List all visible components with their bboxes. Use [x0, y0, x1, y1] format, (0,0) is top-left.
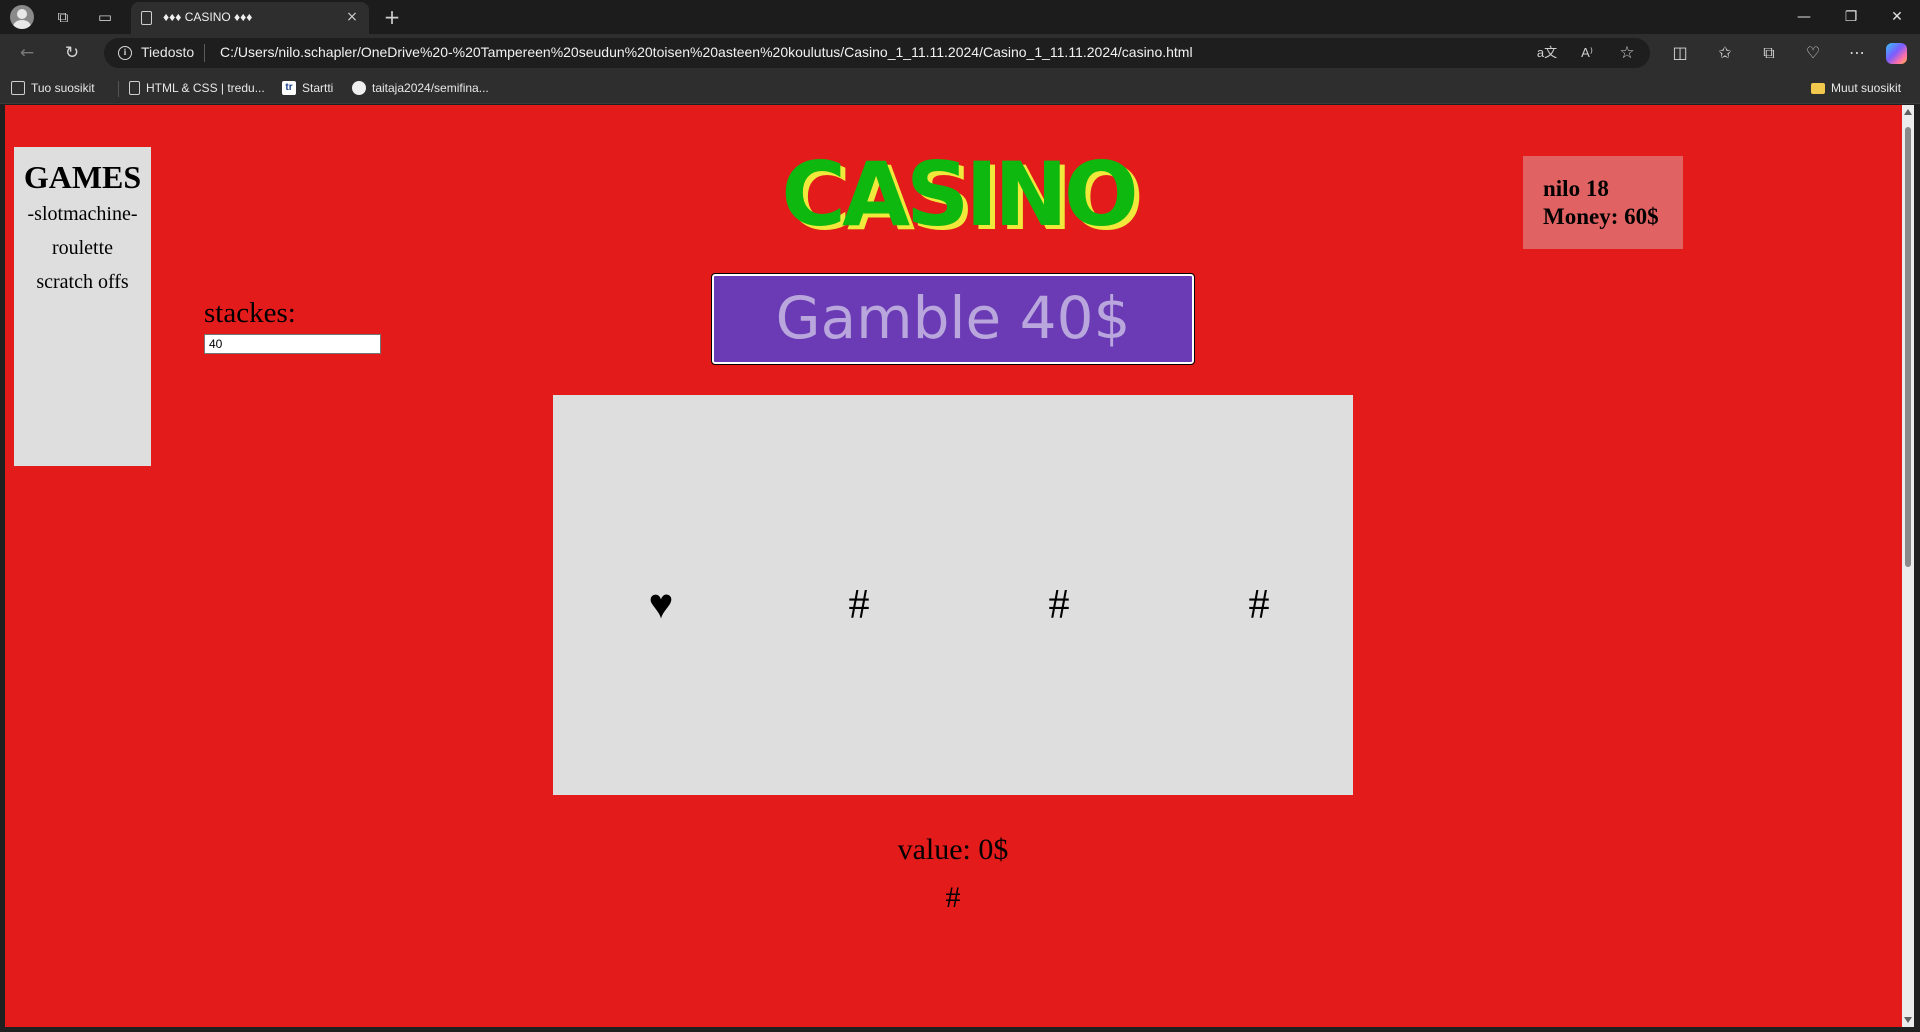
restore-icon[interactable]: ❐ [1828, 0, 1874, 34]
translate-icon[interactable]: a文 [1535, 42, 1559, 64]
url-divider [204, 44, 205, 62]
result-text: # [945, 881, 961, 914]
profile-avatar-icon[interactable] [10, 5, 34, 29]
games-sidebar: GAMES -slotmachine- roulette scratch off… [14, 147, 151, 466]
browser-titlebar: ⧉ ▭ ♦♦♦ CASINO ♦♦♦ × + — ❐ ✕ [0, 0, 1920, 34]
page-icon [141, 11, 152, 25]
page-icon [129, 81, 140, 95]
favorite-star-icon[interactable]: ☆ [1615, 42, 1639, 64]
new-tab-button[interactable]: + [381, 6, 403, 28]
gamble-button[interactable]: Gamble 40$ [711, 273, 1195, 365]
read-aloud-icon[interactable]: A⁾ [1575, 42, 1599, 64]
back-icon[interactable]: ← [14, 40, 40, 66]
reel-1: ♥ [648, 582, 674, 628]
game-link-scratch-offs[interactable]: scratch offs [14, 265, 151, 299]
player-money: Money: 60$ [1543, 204, 1659, 229]
favorites-icon[interactable]: ✩ [1711, 40, 1739, 66]
bookmark-startti[interactable]: tr Startti [282, 78, 333, 98]
copilot-icon[interactable] [1886, 43, 1907, 64]
bookmark-html-css[interactable]: HTML & CSS | tredu... [129, 78, 265, 98]
stakes-input[interactable] [204, 334, 381, 354]
bookmark-label: Tuo suosikit [31, 81, 95, 95]
game-link-slotmachine[interactable]: -slotmachine- [14, 197, 151, 231]
collections-icon[interactable]: ⧉ [1755, 40, 1783, 66]
win-value-text: value: 0$ [897, 833, 1009, 866]
browser-tab-active[interactable]: ♦♦♦ CASINO ♦♦♦ × [131, 2, 369, 34]
player-info-box: nilo 18 Money: 60$ [1523, 156, 1683, 249]
scroll-up-arrow-icon[interactable] [1904, 109, 1912, 115]
reel-2: # [848, 582, 870, 628]
bookmark-label: taitaja2024/semifina... [372, 81, 489, 95]
bookmarks-divider [118, 81, 119, 97]
bookmarks-bar: Tuo suosikit HTML & CSS | tredu... tr St… [0, 72, 1920, 104]
bookmark-import-favorites[interactable]: Tuo suosikit [11, 78, 95, 98]
bookmark-other-favorites[interactable]: Muut suosikit [1811, 78, 1901, 98]
scrollbar-thumb[interactable] [1905, 127, 1911, 567]
player-name-age: nilo 18 [1543, 176, 1609, 201]
page-scrollbar[interactable] [1902, 105, 1914, 1027]
more-menu-icon[interactable]: ⋯ [1843, 40, 1871, 66]
site-info-label[interactable]: Tiedosto [141, 44, 194, 60]
import-favorites-icon [11, 81, 25, 95]
address-bar-row: ← ↻ i Tiedosto C:/Users/nilo.schapler/On… [0, 34, 1920, 72]
window-bottom-edge [0, 1027, 1920, 1032]
bookmark-taitaja[interactable]: taitaja2024/semifina... [352, 78, 489, 98]
games-title: GAMES [23, 159, 142, 195]
close-window-icon[interactable]: ✕ [1874, 0, 1920, 34]
game-link-roulette[interactable]: roulette [14, 231, 151, 265]
reel-4: # [1248, 582, 1270, 628]
workspaces-icon[interactable]: ⧉ [52, 6, 74, 28]
tredu-icon: tr [282, 81, 296, 95]
refresh-icon[interactable]: ↻ [59, 40, 85, 66]
minimize-icon[interactable]: — [1781, 0, 1827, 34]
casino-title: CASINO [781, 143, 1138, 246]
info-icon[interactable]: i [118, 46, 132, 60]
tab-actions-icon[interactable]: ▭ [94, 6, 116, 28]
scroll-down-arrow-icon[interactable] [1904, 1017, 1912, 1023]
slot-machine-area: ♥ # # # [553, 395, 1353, 795]
reel-3: # [1048, 582, 1070, 628]
url-text[interactable]: C:/Users/nilo.schapler/OneDrive%20-%20Ta… [220, 44, 1193, 60]
stakes-label: stackes: [204, 297, 296, 329]
tab-title: ♦♦♦ CASINO ♦♦♦ [163, 10, 253, 24]
github-icon [352, 81, 366, 95]
folder-icon [1811, 82, 1825, 94]
bookmark-label: Muut suosikit [1831, 81, 1902, 95]
tab-close-icon[interactable]: × [343, 8, 361, 26]
bookmark-label: HTML & CSS | tredu... [146, 81, 265, 95]
page-viewport: GAMES -slotmachine- roulette scratch off… [5, 105, 1902, 1027]
bookmark-label: Startti [302, 81, 334, 95]
address-bar[interactable]: i Tiedosto C:/Users/nilo.schapler/OneDri… [104, 38, 1650, 68]
split-screen-icon[interactable]: ◫ [1666, 40, 1694, 66]
browser-essentials-icon[interactable]: ♡ [1799, 40, 1827, 66]
